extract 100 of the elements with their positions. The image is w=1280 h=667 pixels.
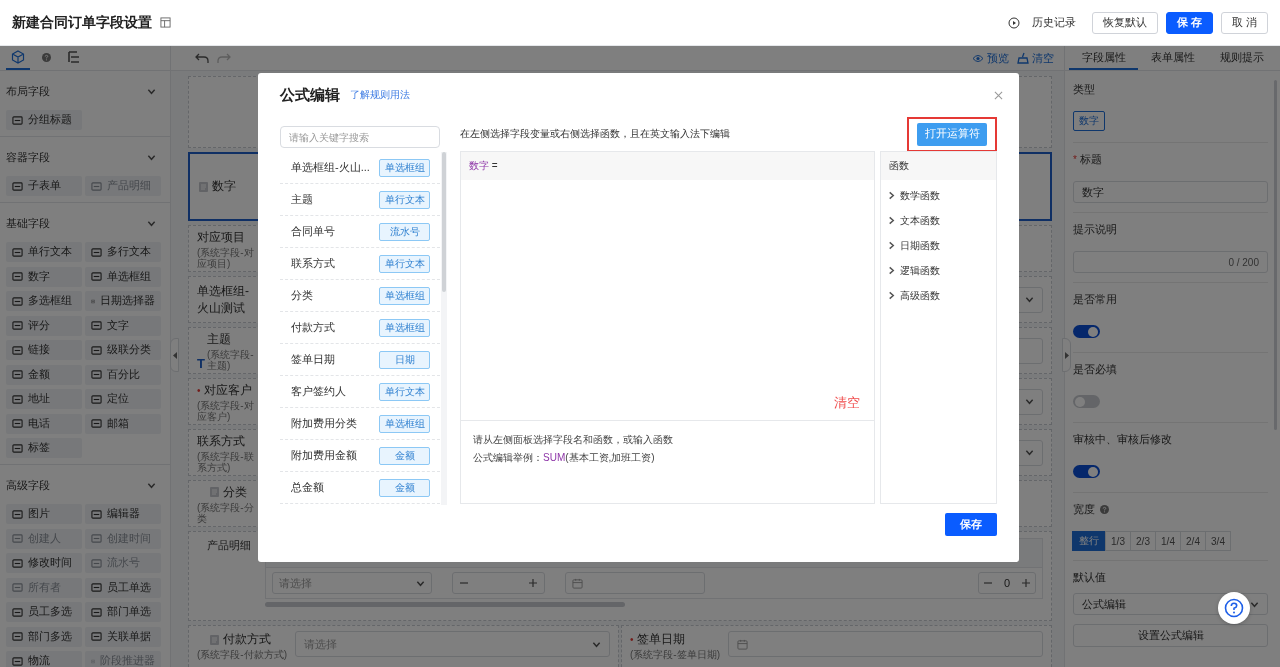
field-type-item[interactable]: 多行文本 <box>85 242 161 262</box>
field-variable-item[interactable]: 签单日期 日期 <box>280 344 440 376</box>
preview-button[interactable]: 预览 <box>972 50 1009 66</box>
field-label: 分类 <box>223 483 247 501</box>
set-formula-button[interactable]: 设置公式编辑 <box>1073 624 1268 647</box>
field-type-item[interactable]: 修改时间 <box>6 553 82 573</box>
date-field[interactable] <box>565 572 705 594</box>
field-variable-item[interactable]: 附加费用金额 金额 <box>280 440 440 472</box>
header-button[interactable]: 保 存 <box>1165 11 1213 34</box>
toggle-switch[interactable] <box>1073 395 1100 408</box>
play-icon[interactable] <box>1007 16 1020 29</box>
plus-icon <box>1020 578 1031 588</box>
field-type-item[interactable]: 编辑器 <box>85 504 161 524</box>
toggle-switch[interactable] <box>1073 325 1100 338</box>
header-button[interactable]: 恢复默认 <box>1091 11 1158 34</box>
section-header[interactable]: 容器字段 <box>6 145 164 169</box>
chevron-down-icon <box>1025 295 1034 304</box>
width-option[interactable]: 1/3 <box>1105 531 1131 551</box>
section-header[interactable]: 布局字段 <box>6 79 164 103</box>
redo-icon[interactable] <box>217 52 231 64</box>
history-link[interactable]: 历史记录 <box>1031 15 1076 30</box>
function-group[interactable]: 逻辑函数 <box>881 258 996 283</box>
close-button[interactable] <box>994 90 1003 100</box>
field-type-item[interactable]: 评分 <box>6 315 82 336</box>
field-type-item[interactable]: 链接 <box>6 340 82 360</box>
field-variable-item[interactable]: 客户签约人 单行文本 <box>280 376 440 408</box>
required-mark: • <box>630 634 634 645</box>
save-button[interactable]: 保存 <box>945 513 997 536</box>
width-option[interactable]: 2/3 <box>1130 531 1156 551</box>
field-type-item[interactable]: 地址 <box>6 389 82 409</box>
number-stepper[interactable] <box>452 572 545 594</box>
function-group[interactable]: 高级函数 <box>881 283 996 308</box>
section-header[interactable]: 高级字段 <box>6 473 164 497</box>
field-type-item[interactable]: 级联分类 <box>85 340 161 360</box>
field-type-item[interactable]: 标签 <box>6 438 82 458</box>
width-option[interactable]: 整行 <box>1072 531 1106 551</box>
properties-tab[interactable]: 规则提示 <box>1207 46 1276 70</box>
formula-editor[interactable]: 清空 <box>461 180 874 421</box>
hint-text: 请从左侧面板选择字段名和函数，或输入函数 <box>473 433 674 447</box>
calendar-icon <box>572 577 583 589</box>
help-icon <box>1100 504 1109 514</box>
field-type-item[interactable]: 部门多选 <box>6 626 82 647</box>
field-variable-item[interactable]: 主题 单行文本 <box>280 184 440 216</box>
chevron-right-icon <box>887 241 896 250</box>
undo-icon[interactable] <box>195 52 209 64</box>
formula-expression[interactable]: 数字 = <box>469 159 498 173</box>
open-operators-button[interactable]: 打开运算符 <box>917 122 987 146</box>
collapse-handle[interactable] <box>170 338 179 372</box>
width-option[interactable]: 1/4 <box>1155 531 1181 551</box>
field-type-item[interactable]: 定位 <box>85 389 161 409</box>
field-variable-item[interactable]: 合同单号 流水号 <box>280 216 440 248</box>
help-link[interactable]: 了解规则用法 <box>350 88 410 102</box>
field-type-item[interactable]: 关联单据 <box>85 626 161 647</box>
field-label: 主题 <box>207 330 231 348</box>
field-variable-item[interactable]: 联系方式 单行文本 <box>280 248 440 280</box>
field-variable-item[interactable]: 附加费用分类 单选框组 <box>280 408 440 440</box>
date-field[interactable] <box>728 631 1043 657</box>
function-group[interactable]: 日期函数 <box>881 233 996 258</box>
layout-icon[interactable] <box>160 17 171 28</box>
clear-button[interactable]: 清空 <box>1017 50 1054 66</box>
toggle-switch[interactable] <box>1073 465 1100 478</box>
function-group[interactable]: 数学函数 <box>881 183 996 208</box>
field-type-item[interactable]: 图片 <box>6 504 82 524</box>
field-type-item[interactable]: 邮箱 <box>85 413 161 434</box>
number-stepper[interactable]: 0 <box>978 572 1036 594</box>
field-variable-item[interactable]: 总金额 金额 <box>280 472 440 504</box>
field-type-item[interactable]: 员工单选 <box>85 577 161 598</box>
field-type-item[interactable]: 分组标题 <box>6 110 82 130</box>
field-type-item[interactable]: 多选框组 <box>6 291 82 311</box>
properties-tab[interactable]: 表单属性 <box>1138 46 1207 70</box>
document-icon <box>198 180 209 193</box>
scrollbar[interactable] <box>442 152 446 292</box>
field-variable-item[interactable]: 付款方式 单选框组 <box>280 312 440 344</box>
width-option[interactable]: 2/4 <box>1180 531 1206 551</box>
field-type-item[interactable]: 金额 <box>6 364 82 385</box>
field-variable-item[interactable]: 单选框组-火山... 单选框组 <box>280 152 440 184</box>
field-type-item[interactable]: 单行文本 <box>6 242 82 262</box>
field-type-item[interactable]: 子表单 <box>6 176 82 196</box>
field-type-item[interactable]: 电话 <box>6 413 82 434</box>
field-type-item[interactable]: 物流 <box>6 651 82 667</box>
clear-link[interactable]: 清空 <box>834 394 860 412</box>
field-type-item[interactable]: 百分比 <box>85 364 161 385</box>
field-type-item[interactable]: 员工多选 <box>6 602 82 622</box>
hint-input[interactable]: 0 / 200 <box>1073 251 1268 273</box>
collapse-handle[interactable] <box>1062 338 1071 372</box>
title-input[interactable]: 数字 <box>1073 181 1268 203</box>
search-field[interactable]: 请输入关键字搜索 <box>280 126 440 148</box>
scrollbar[interactable] <box>265 602 625 607</box>
header-button[interactable]: 取 消 <box>1220 11 1268 34</box>
width-option[interactable]: 3/4 <box>1205 531 1231 551</box>
function-group[interactable]: 文本函数 <box>881 208 996 233</box>
field-type-item[interactable]: 单选框组 <box>85 266 161 287</box>
field-type-item[interactable]: 日期选择器 <box>85 291 161 311</box>
field-type-item[interactable]: 部门单选 <box>85 602 161 622</box>
field-variable-item[interactable]: 分类 单选框组 <box>280 280 440 312</box>
section-header[interactable]: 基础字段 <box>6 211 164 235</box>
properties-tab[interactable]: 字段属性 <box>1069 46 1138 70</box>
field-type-item[interactable]: 数字 <box>6 266 82 287</box>
field-type-item[interactable]: 文字 <box>85 315 161 336</box>
chevron-right-icon <box>887 291 896 300</box>
